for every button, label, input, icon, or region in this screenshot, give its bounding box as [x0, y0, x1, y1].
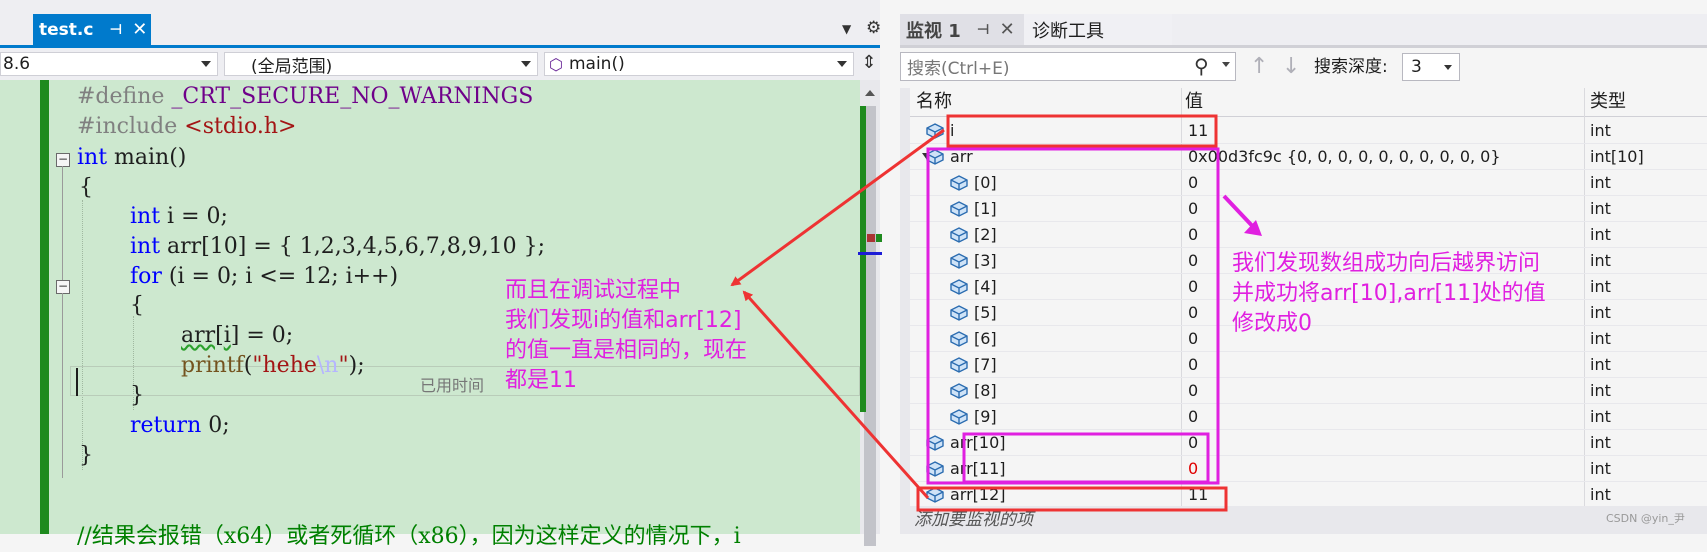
annotation-line: 修改成0: [1232, 311, 1312, 336]
arrow-from-arr12: [742, 290, 930, 499]
annotation-line: 我们发现数组成功向后越界访问: [1232, 251, 1541, 276]
annotation-right: 我们发现数组成功向后越界访问 并成功将arr[10],arr[11]处的值 修改…: [1232, 249, 1546, 339]
annotation-line: 的值一直是相同的，现在: [505, 338, 748, 363]
highlight-box-overflow: [962, 432, 1210, 484]
annotation-line: 并成功将arr[10],arr[11]处的值: [1232, 281, 1546, 306]
annotation-line: 都是11: [505, 368, 577, 393]
highlight-box-arr12: [916, 486, 1228, 512]
annotation-left: 而且在调试过程中 我们发现i的值和arr[12] 的值一直是相同的，现在 都是1…: [505, 276, 747, 396]
arrow-from-i: [730, 128, 945, 287]
annotation-line: 我们发现i的值和arr[12]: [505, 308, 742, 333]
annotation-line: 而且在调试过程中: [505, 278, 682, 303]
highlight-box-i: [946, 114, 1218, 148]
